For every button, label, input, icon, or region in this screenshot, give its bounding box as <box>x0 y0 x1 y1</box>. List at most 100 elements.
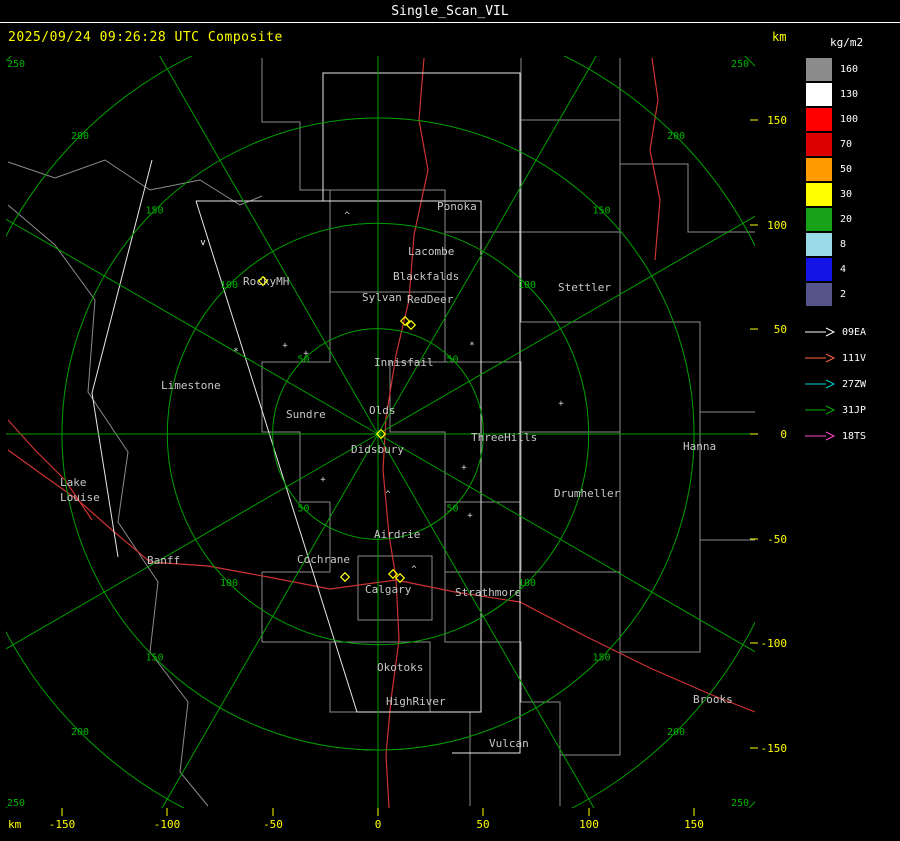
legend-entry: 130 <box>806 82 900 107</box>
county-boundary-line <box>261 292 331 503</box>
map-poi-marker: ^ <box>344 211 350 221</box>
legend-panel: kg/m2 160 130 100 70 50 30 20 8 4 2 09EA 111V 27ZW 3… <box>800 22 900 449</box>
legend-value: 30 <box>840 189 853 200</box>
map-poi-marker: + <box>558 399 564 409</box>
county-boundary-line <box>444 572 621 756</box>
bottom-axis-label: 50 <box>476 818 489 831</box>
map-poi-marker: * <box>233 347 238 357</box>
highway-line <box>649 57 661 261</box>
right-axis-label: -150 <box>761 742 788 755</box>
county-boundary-line <box>619 232 755 413</box>
county-boundary-line <box>261 58 522 233</box>
bottom-axis-label: -50 <box>263 818 283 831</box>
highway-line <box>7 419 93 521</box>
city-label-okotoks: Okotoks <box>377 661 423 674</box>
radar-site-entry: 111V <box>804 345 900 371</box>
city-label-airdrie: Airdrie <box>374 528 420 541</box>
range-ring-label: 200 <box>667 727 685 738</box>
legend-entry: 30 <box>806 182 900 207</box>
range-ring-label: 100 <box>220 578 238 589</box>
legend-entry: 50 <box>806 157 900 182</box>
city-label-drumheller: Drumheller <box>554 487 621 500</box>
map-poi-marker: v <box>200 238 205 248</box>
city-label-blackfalds: Blackfalds <box>393 270 459 283</box>
range-ring-label: 200 <box>71 727 89 738</box>
radar-id-label: 09EA <box>842 326 867 338</box>
range-ring-label: 250 <box>731 59 749 70</box>
legend-swatch <box>806 283 832 306</box>
county-boundary-line <box>7 204 209 807</box>
radar-arrow-icon <box>805 327 836 337</box>
city-label-reddeer: RedDeer <box>407 293 454 306</box>
range-ring-label: 100 <box>518 578 536 589</box>
map-poi-marker: ^ <box>411 565 417 575</box>
legend-entry: 160 <box>806 57 900 82</box>
city-label-banff: Banff <box>147 554 180 567</box>
bottom-axis-label: 100 <box>579 818 599 831</box>
legend-value: 50 <box>840 164 853 175</box>
county-boundary-line <box>520 232 620 323</box>
city-label-stettler: Stettler <box>558 281 611 294</box>
bottom-axis-label: 150 <box>684 818 704 831</box>
legend-swatch <box>806 58 832 81</box>
map-poi-marker: * <box>469 341 474 351</box>
legend-value: 70 <box>840 139 853 150</box>
city-label-vulcan: Vulcan <box>489 737 529 750</box>
legend-swatch <box>806 208 832 231</box>
radar-site-entry: 27ZW <box>804 371 900 397</box>
map-poi-marker: ^ <box>385 490 391 500</box>
radar-arrow-icon <box>805 405 836 415</box>
right-axis-label: -50 <box>767 533 787 546</box>
range-ring-label: 200 <box>71 131 89 142</box>
radar-site-entry: 31JP <box>804 397 900 423</box>
range-ring-label: 250 <box>731 798 749 809</box>
radar-id-label: 18TS <box>842 430 867 442</box>
radar-id-label: 31JP <box>842 404 867 416</box>
city-label-lake: Lake <box>60 476 87 489</box>
city-label-calgary: Calgary <box>365 583 412 596</box>
radar-arrow-icon <box>805 431 836 441</box>
radar-site-list: 09EA 111V 27ZW 31JP 18TS <box>804 319 900 449</box>
legend-swatch <box>806 233 832 256</box>
map-poi-marker: + <box>461 463 467 473</box>
legend-swatch <box>806 108 832 131</box>
legend-swatch <box>806 183 832 206</box>
right-axis-label: 150 <box>767 114 787 127</box>
radar-map-canvas[interactable]: Ponoka Lacombe Blackfalds Sylvan RedDeer Stet… <box>0 0 900 841</box>
radar-app-window: Single_Scan_VIL 2025/09/24 09:26:28 UTC … <box>0 0 900 841</box>
legend-value: 8 <box>840 239 847 250</box>
radar-arrow-icon <box>805 379 836 389</box>
map-poi-marker: + <box>467 511 473 521</box>
city-label-innisfail: Innisfail <box>374 356 434 369</box>
right-axis-label: 50 <box>774 323 787 336</box>
legend-value: 130 <box>840 89 859 100</box>
legend-value: 4 <box>840 264 847 275</box>
legend-value: 2 <box>840 289 847 300</box>
county-boundary-line <box>521 58 621 121</box>
city-label-sundre: Sundre <box>286 408 326 421</box>
range-ring-label: 50 <box>297 355 309 366</box>
right-axis-label: -100 <box>761 637 788 650</box>
radar-arrow-icon <box>805 353 836 363</box>
city-label-threehills: ThreeHills <box>471 431 537 444</box>
city-label-hanna: Hanna <box>683 440 716 453</box>
range-ring-label: 200 <box>667 131 685 142</box>
range-ring-label: 100 <box>220 280 238 291</box>
radar-id-label: 27ZW <box>842 378 867 390</box>
legend-entry: 20 <box>806 207 900 232</box>
legend-value: 100 <box>840 114 859 125</box>
radar-site-entry: 18TS <box>804 423 900 449</box>
legend-entry: 100 <box>806 107 900 132</box>
range-ring-label: 250 <box>7 59 25 70</box>
range-ring-label: 50 <box>446 503 458 514</box>
right-axis-label: 100 <box>767 219 787 232</box>
legend-entry: 2 <box>806 282 900 307</box>
range-spoke <box>6 218 379 435</box>
map-layers: Ponoka Lacombe Blackfalds Sylvan RedDeer Stet… <box>6 56 755 808</box>
legend-swatch <box>806 158 832 181</box>
legend-value: 20 <box>840 214 853 225</box>
city-label-strathmore: Strathmore <box>455 586 521 599</box>
range-ring-label: 150 <box>145 206 163 217</box>
city-label-didsbury: Didsbury <box>351 443 404 456</box>
coverage-outline <box>322 72 521 754</box>
